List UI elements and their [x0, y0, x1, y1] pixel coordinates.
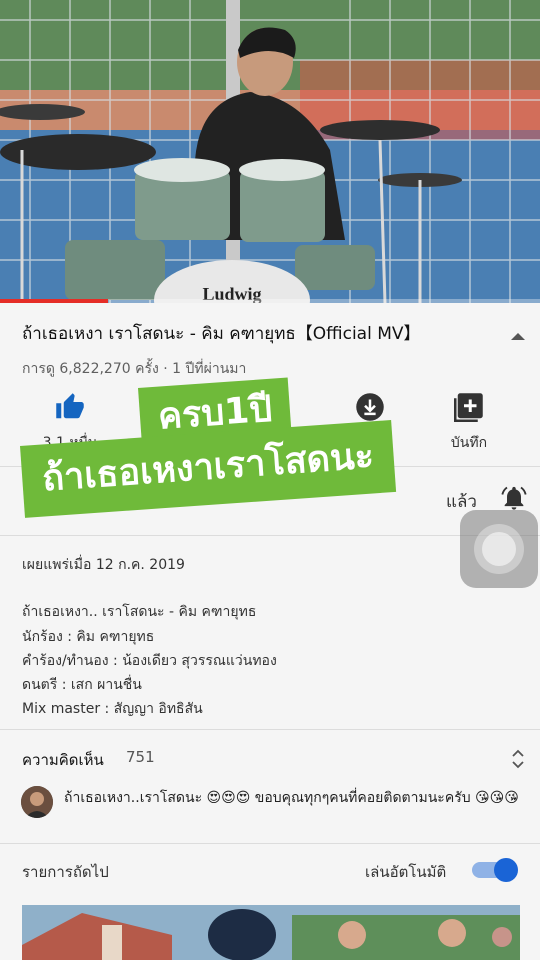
description-line: ดนตรี : เสก ผานชื่น	[22, 677, 142, 693]
notification-bell-icon[interactable]	[500, 484, 528, 512]
divider	[0, 535, 540, 536]
comments-count: 751	[126, 748, 155, 766]
divider	[0, 729, 540, 730]
avatar-image	[21, 786, 53, 818]
up-next-title: รายการถัดไป	[22, 863, 109, 881]
next-video-thumbnail[interactable]	[22, 905, 520, 960]
save-playlist-icon	[454, 393, 483, 422]
save-label: บันทึก	[450, 435, 488, 451]
description-line: คำร้อง/ทำนอง : น้องเดียว สุวรรณแว่นทอง	[22, 653, 277, 669]
video-player[interactable]: Ludwig	[0, 0, 540, 303]
download-icon	[356, 393, 384, 421]
collapse-caret-icon[interactable]	[508, 329, 528, 343]
autoplay-toggle[interactable]	[472, 858, 520, 882]
divider	[0, 843, 540, 844]
description-line: Mix master : สัญญา อิทธิสัน	[22, 701, 203, 717]
autoplay-toggle-knob	[494, 858, 518, 882]
video-title[interactable]: ถ้าเธอเหงา เราโสดนะ - คิม คฑายุทธ【Offici…	[22, 322, 492, 346]
video-frame: Ludwig	[0, 0, 540, 303]
thumbnail-image	[22, 905, 520, 960]
view-count-meta: การดู 6,822,270 ครั้ง · 1 ปีที่ผ่านมา	[22, 361, 247, 377]
comments-header[interactable]: ความคิดเห็น	[22, 748, 104, 772]
commenter-avatar[interactable]	[21, 786, 53, 818]
thumbs-up-icon	[56, 393, 84, 419]
publish-date: เผยแพร่เมื่อ 12 ก.ค. 2019	[22, 557, 185, 573]
top-comment-text: ถ้าเธอเหงา..เราโสดนะ 😍😍😍 ขอบคุณทุกๆคนที่…	[64, 790, 519, 806]
save-button[interactable]: บันทึก	[429, 392, 509, 454]
description-line: นักร้อง : คิม คฑายุทธ	[22, 629, 155, 645]
assistive-touch-button[interactable]	[460, 510, 538, 588]
expand-comments-icon[interactable]	[510, 749, 526, 769]
description-line: ถ้าเธอเหงา.. เราโสดนะ - คิม คฑายุทธ	[22, 604, 257, 620]
autoplay-label: เล่นอัตโนมัติ	[365, 863, 447, 881]
assistive-touch-dot	[482, 532, 516, 566]
